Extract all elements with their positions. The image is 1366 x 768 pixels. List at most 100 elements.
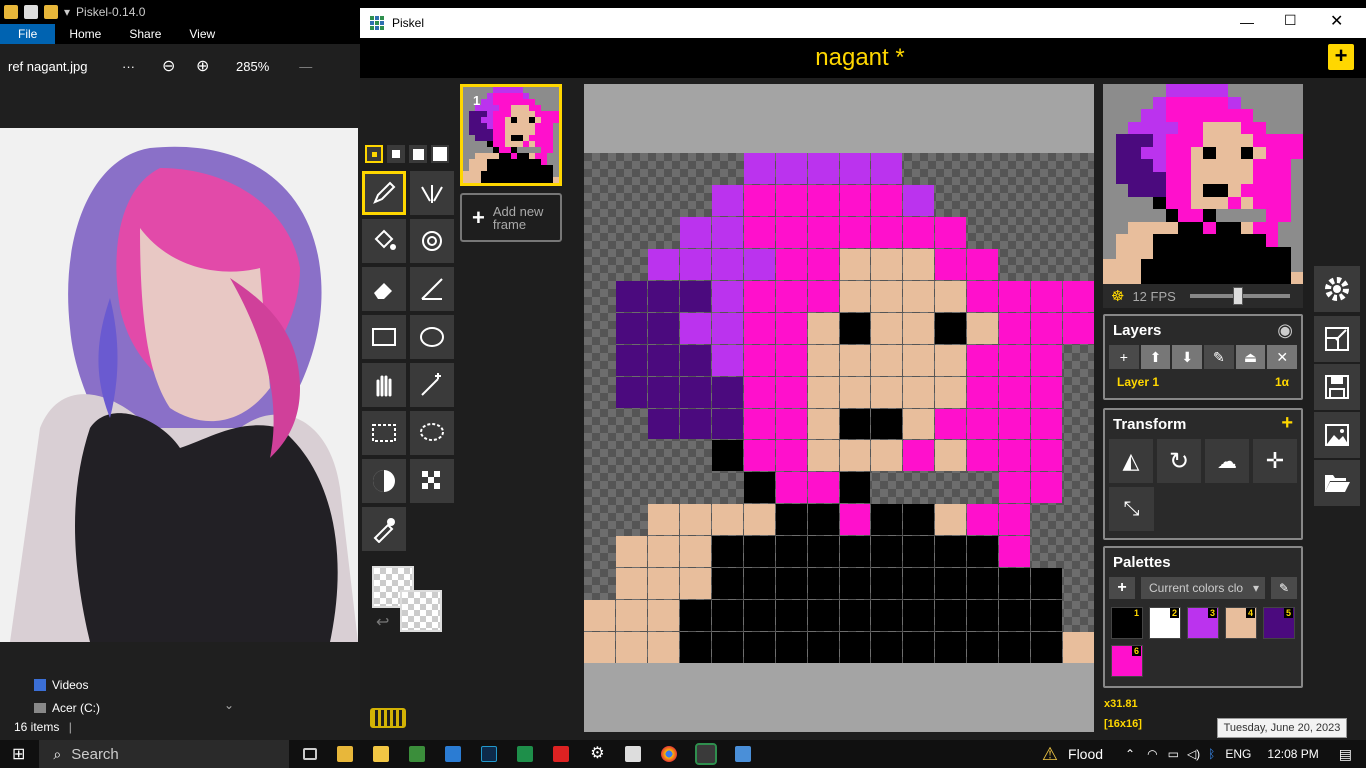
- color-picker-tool-button[interactable]: [362, 507, 406, 551]
- rectangle-tool-button[interactable]: [362, 315, 406, 359]
- plus-icon[interactable]: +: [1281, 412, 1293, 435]
- pixel: [775, 536, 807, 568]
- stroke-tool-button[interactable]: [410, 267, 454, 311]
- drawing-canvas-grid[interactable]: [584, 153, 1094, 663]
- paint-bucket-tool-button[interactable]: [362, 219, 406, 263]
- bluetooth-icon[interactable]: ᛒ: [1208, 747, 1215, 761]
- sheep-clone-icon[interactable]: ☁: [1205, 439, 1249, 483]
- file-explorer-icon[interactable]: [337, 746, 354, 762]
- chrome-icon[interactable]: [661, 746, 678, 762]
- palette-swatch-2[interactable]: 2: [1149, 607, 1181, 639]
- fps-slider[interactable]: [1189, 287, 1290, 305]
- pen-size-1[interactable]: [365, 145, 383, 163]
- same-color-bucket-tool-button[interactable]: [410, 219, 454, 263]
- chevron-down-icon[interactable]: ⌄: [224, 698, 234, 712]
- settings-gear-icon[interactable]: ⚙: [589, 746, 605, 762]
- pen-size-2[interactable]: [387, 145, 405, 163]
- flip-icon[interactable]: ◭: [1109, 439, 1153, 483]
- add-frame-button[interactable]: + Add new frame: [460, 193, 562, 242]
- battery-icon[interactable]: ▭: [1168, 747, 1179, 761]
- add-layer-button[interactable]: +: [1109, 345, 1139, 369]
- terminal-icon[interactable]: [481, 746, 498, 762]
- ribbon-tab-file[interactable]: File: [0, 24, 56, 44]
- projects-icon[interactable]: [517, 746, 534, 762]
- chevron-up-icon[interactable]: ⌃: [1125, 747, 1135, 761]
- eraser-tool-button[interactable]: [362, 267, 406, 311]
- zoom-in-icon[interactable]: ⊕: [196, 56, 230, 76]
- store-icon[interactable]: [409, 746, 426, 762]
- swap-colors-icon[interactable]: ↩: [376, 612, 389, 632]
- rectangle-select-tool-button[interactable]: [362, 411, 406, 455]
- save-button[interactable]: [1314, 364, 1360, 410]
- rename-layer-button[interactable]: ✎: [1204, 345, 1234, 369]
- merge-layer-button[interactable]: ⏏: [1235, 345, 1266, 369]
- volume-icon[interactable]: ◁): [1187, 747, 1200, 761]
- ribbon-tab-home[interactable]: Home: [55, 24, 115, 44]
- clock-time[interactable]: 12:08 PM: [1267, 747, 1318, 761]
- fps-slider-handle[interactable]: [1232, 287, 1243, 305]
- pen-size-3[interactable]: [409, 145, 427, 163]
- close-button[interactable]: ✕: [1330, 11, 1343, 31]
- new-folder-icon[interactable]: [44, 5, 58, 19]
- dithering-tool-button[interactable]: [410, 459, 454, 503]
- mail-icon[interactable]: [445, 746, 462, 762]
- align-center-icon[interactable]: ✛: [1253, 439, 1297, 483]
- flood-warning-icon[interactable]: ⚠: [1042, 744, 1058, 765]
- add-palette-button[interactable]: +: [1109, 577, 1135, 599]
- move-layer-up-button[interactable]: ⬆: [1140, 345, 1171, 369]
- properties-icon[interactable]: [24, 5, 38, 19]
- task-view-icon[interactable]: [303, 748, 318, 760]
- palette-swatch-4[interactable]: 4: [1225, 607, 1257, 639]
- ribbon-tab-share[interactable]: Share: [115, 24, 175, 44]
- edit-palette-button[interactable]: ✎: [1271, 577, 1297, 599]
- wifi-icon[interactable]: ◠: [1147, 747, 1157, 761]
- move-layer-down-button[interactable]: ⬇: [1172, 345, 1203, 369]
- settings-button[interactable]: [1314, 266, 1360, 312]
- search-box[interactable]: ⌕ Search: [39, 740, 290, 768]
- minimize-icon[interactable]: —: [299, 59, 312, 74]
- pen-size-4[interactable]: [431, 145, 449, 163]
- palette-swatch-5[interactable]: 5: [1263, 607, 1295, 639]
- palette-select[interactable]: Current colors clo ▾: [1141, 577, 1265, 599]
- layer-row[interactable]: Layer 1 1α: [1105, 369, 1301, 395]
- palette-swatch-3[interactable]: 3: [1187, 607, 1219, 639]
- minimize-button[interactable]: —: [1240, 14, 1254, 30]
- photos-icon[interactable]: [735, 746, 752, 762]
- palette-swatch-6[interactable]: 6: [1111, 645, 1143, 677]
- new-sprite-button[interactable]: +: [1328, 44, 1354, 70]
- language-indicator[interactable]: ENG: [1225, 747, 1251, 761]
- notepad-icon[interactable]: [625, 746, 642, 762]
- maximize-button[interactable]: ☐: [1284, 12, 1297, 29]
- delete-layer-button[interactable]: ✕: [1267, 345, 1298, 369]
- keyboard-shortcuts-icon[interactable]: [370, 708, 406, 728]
- notifications-icon[interactable]: ▤: [1339, 746, 1352, 763]
- windows-start-icon[interactable]: ⊞: [12, 744, 25, 764]
- zoom-out-icon[interactable]: ⊖: [162, 56, 196, 76]
- rotate-icon[interactable]: ↻: [1157, 439, 1201, 483]
- piskel-taskbar-icon[interactable]: [695, 743, 718, 765]
- mirror-pen-tool-button[interactable]: [410, 171, 454, 215]
- resize-button[interactable]: [1314, 316, 1360, 362]
- pdf-reader-icon[interactable]: [553, 746, 570, 762]
- tree-item-drive[interactable]: Acer (C:): [34, 701, 100, 715]
- export-button[interactable]: [1314, 412, 1360, 458]
- ribbon-tab-view[interactable]: View: [175, 24, 229, 44]
- dropdown-icon[interactable]: ▾: [64, 5, 70, 19]
- more-options-button[interactable]: ···: [122, 59, 162, 74]
- secondary-color-swatch[interactable]: [400, 590, 442, 632]
- pixel: [871, 280, 903, 312]
- lasso-select-tool-button[interactable]: [410, 411, 454, 455]
- crop-icon[interactable]: ⤡: [1109, 487, 1154, 531]
- onion-skin-icon[interactable]: ☸: [1111, 287, 1124, 305]
- frame-1-thumbnail[interactable]: 1: [460, 84, 562, 186]
- pen-tool-button[interactable]: [362, 171, 406, 215]
- lighten-tool-button[interactable]: [362, 459, 406, 503]
- circle-tool-button[interactable]: [410, 315, 454, 359]
- app-icon[interactable]: [373, 746, 390, 762]
- move-tool-button[interactable]: [362, 363, 406, 407]
- tree-item-videos[interactable]: Videos: [34, 678, 88, 692]
- eye-icon[interactable]: ◉: [1277, 320, 1293, 341]
- palette-swatch-1[interactable]: 1: [1111, 607, 1143, 639]
- magic-wand-tool-button[interactable]: [410, 363, 454, 407]
- open-button[interactable]: [1314, 460, 1360, 506]
